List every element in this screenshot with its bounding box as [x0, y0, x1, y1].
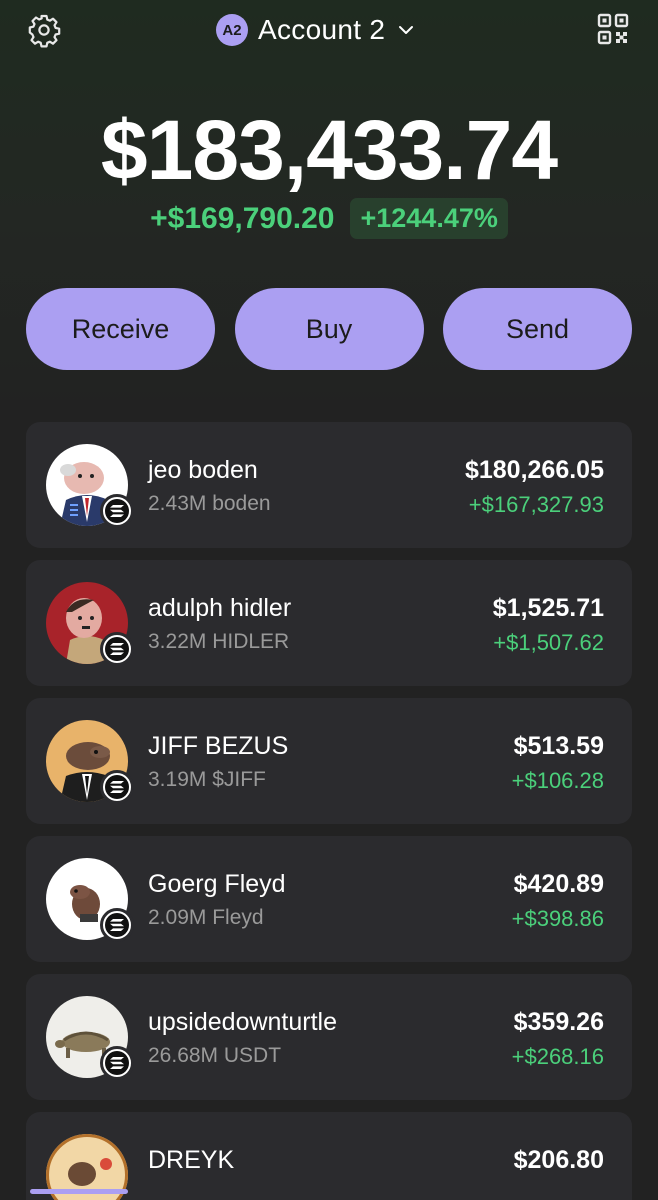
buy-button[interactable]: Buy — [234, 288, 424, 370]
action-buttons: Receive Buy Send — [26, 288, 632, 370]
solana-chain-icon — [100, 908, 134, 942]
token-name: Goerg Fleyd — [148, 870, 286, 898]
solana-chain-icon — [100, 770, 134, 804]
home-indicator — [30, 1189, 128, 1194]
solana-chain-icon — [100, 1046, 134, 1080]
token-value: $206.80 — [513, 1146, 604, 1174]
token-value: $359.26 — [513, 1008, 604, 1036]
solana-chain-icon — [100, 632, 134, 666]
token-amount: 3.22M HIDLER — [148, 630, 290, 653]
token-row[interactable]: jeo boden 2.43M boden $180,266.05 +$167,… — [26, 422, 632, 548]
token-row[interactable]: DREYK $206.80 — [26, 1112, 632, 1200]
token-gain: +$167,327.93 — [468, 492, 604, 517]
token-row[interactable]: Goerg Fleyd 2.09M Fleyd $420.89 +$398.86 — [26, 836, 632, 962]
account-avatar: A2 — [216, 14, 248, 46]
token-amount: 3.19M $JIFF — [148, 768, 266, 791]
token-value: $1,525.71 — [492, 594, 604, 622]
token-name: JIFF BEZUS — [148, 732, 289, 760]
token-value: $180,266.05 — [464, 456, 604, 484]
token-gain: +$106.28 — [511, 768, 604, 793]
account-switcher[interactable]: A2 Account 2 — [216, 12, 415, 48]
receive-button[interactable]: Receive — [26, 288, 215, 370]
qr-code-icon[interactable] — [596, 12, 630, 46]
token-row[interactable]: adulph hidler 3.22M HIDLER $1,525.71 +$1… — [26, 560, 632, 686]
token-name: jeo boden — [148, 456, 258, 484]
token-gain: +$1,507.62 — [493, 630, 604, 655]
gear-icon[interactable] — [26, 12, 62, 48]
token-name: adulph hidler — [148, 594, 292, 622]
send-button[interactable]: Send — [443, 288, 632, 370]
token-amount: 2.09M Fleyd — [148, 906, 264, 929]
change-amount: +$169,790.20 — [150, 201, 335, 235]
token-amount: 26.68M USDT — [148, 1044, 282, 1067]
token-name: DREYK — [148, 1146, 235, 1174]
token-value: $420.89 — [513, 870, 604, 898]
token-list: jeo boden 2.43M boden $180,266.05 +$167,… — [26, 422, 632, 1200]
token-gain: +$268.16 — [511, 1044, 604, 1069]
change-percent-badge: +1244.47% — [350, 198, 508, 239]
token-row[interactable]: upsidedownturtle 26.68M USDT $359.26 +$2… — [26, 974, 632, 1100]
token-row[interactable]: JIFF BEZUS 3.19M $JIFF $513.59 +$106.28 — [26, 698, 632, 824]
token-gain: +$398.86 — [511, 906, 604, 931]
token-amount: 2.43M boden — [148, 492, 271, 515]
balance-change: +$169,790.20 +1244.47% — [0, 198, 658, 239]
token-value: $513.59 — [513, 732, 604, 760]
token-name: upsidedownturtle — [148, 1008, 338, 1036]
solana-chain-icon — [100, 494, 134, 528]
top-bar: A2 Account 2 — [0, 0, 658, 62]
chevron-down-icon — [399, 26, 414, 34]
account-name: Account 2 — [258, 14, 386, 45]
total-balance: $183,433.74 — [100, 103, 558, 197]
